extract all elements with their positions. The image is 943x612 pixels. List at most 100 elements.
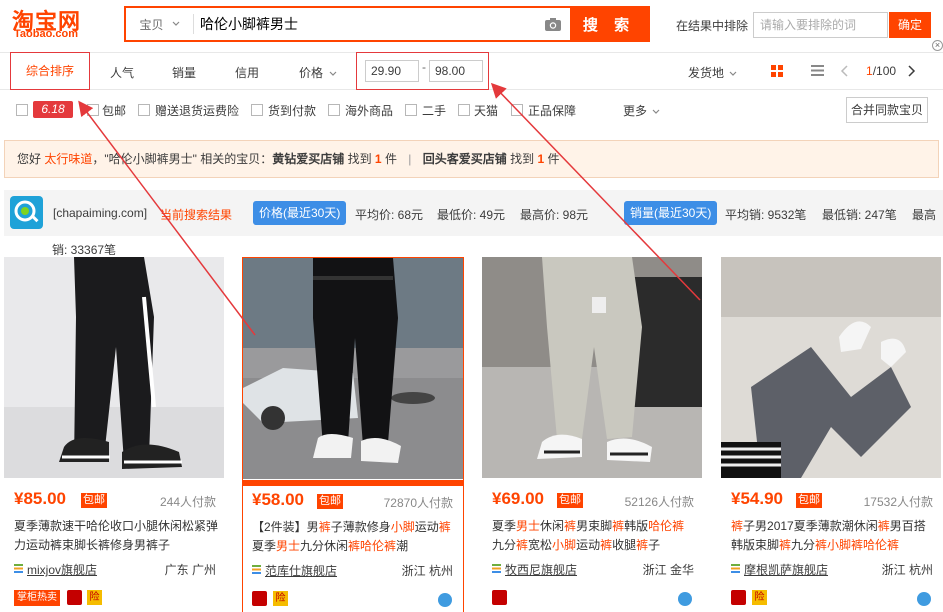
- filter-checkbox-tmall[interactable]: [458, 104, 470, 116]
- title-part: 子薄款修身: [330, 520, 391, 534]
- notice-shop2[interactable]: 回头客爱买店铺: [423, 152, 507, 166]
- price-min-input[interactable]: 29.90: [365, 60, 419, 82]
- chapaiming-logo-icon[interactable]: [10, 196, 43, 229]
- filter-more-dropdown[interactable]: 更多: [623, 102, 660, 119]
- title-part: 休闲: [540, 519, 565, 533]
- shop-icon: [252, 565, 261, 574]
- filter-label-return-insurance[interactable]: 赠送退货运费险: [155, 102, 239, 119]
- title-part: 运动: [576, 538, 601, 552]
- filter-label-cod[interactable]: 货到付款: [268, 102, 316, 119]
- price-range-separator: -: [422, 60, 426, 74]
- sort-tab-credit[interactable]: 信用: [235, 64, 259, 81]
- product-image[interactable]: [721, 257, 941, 478]
- grid-view-icon[interactable]: [770, 64, 784, 78]
- shop-location: 浙江 金华: [642, 563, 694, 577]
- shop-name[interactable]: 摩根凯萨旗舰店: [744, 561, 828, 578]
- filter-checkbox-return-insurance[interactable]: [138, 104, 150, 116]
- product-title[interactable]: 夏季薄款速干哈伦收口小腿休闲松紧弹力运动裤束脚长裤修身男裤子: [14, 517, 224, 555]
- wangwang-chat-icon[interactable]: [917, 592, 931, 606]
- product-card[interactable]: ¥85.00 包邮 244人付款 夏季薄款速干哈伦收口小腿休闲松紧弹力运动裤束脚…: [4, 257, 226, 612]
- shop-name[interactable]: 范库仕旗舰店: [265, 562, 337, 579]
- list-view-icon[interactable]: [811, 64, 824, 77]
- sort-tab-popularity[interactable]: 人气: [110, 64, 134, 81]
- chevron-down-icon: [172, 21, 179, 26]
- sort-tab-sales[interactable]: 销量: [172, 64, 196, 81]
- title-highlight: 裤: [438, 520, 451, 534]
- filter-checkbox-overseas[interactable]: [328, 104, 340, 116]
- chevron-right-icon[interactable]: [906, 65, 916, 77]
- camera-icon[interactable]: [536, 8, 570, 40]
- price-30d-pill[interactable]: 价格(最近30天): [253, 201, 347, 225]
- title-part: 九分: [492, 538, 517, 552]
- notice-shop1[interactable]: 黄钻爱买店铺: [272, 152, 344, 166]
- max-sales-value: 销: 33367笔: [52, 243, 117, 257]
- exclude-label: 在结果中排除: [676, 19, 749, 33]
- merge-same-items-button[interactable]: 合并同款宝贝: [846, 97, 928, 123]
- title-highlight: 哈伦裤: [648, 519, 685, 533]
- filter-label-overseas[interactable]: 海外商品: [345, 102, 393, 119]
- exclude-confirm-button[interactable]: 确定: [889, 12, 931, 38]
- sort-tab-price-label: 价格: [299, 66, 324, 80]
- pager: 1 /100: [840, 52, 916, 90]
- product-title[interactable]: 裤子男2017夏季薄款潮休闲裤男百搭 韩版束脚裤九分裤小脚裤哈伦裤: [731, 517, 941, 555]
- title-highlight: 小脚: [552, 538, 577, 552]
- search-category-select[interactable]: 宝贝: [126, 14, 194, 34]
- product-image[interactable]: [482, 257, 702, 478]
- filter-checkbox-genuine[interactable]: [511, 104, 523, 116]
- filter-label-tmall[interactable]: 天猫: [474, 102, 498, 119]
- search-category-label: 宝贝: [139, 17, 164, 32]
- exclude-input[interactable]: 请输入要排除的词: [753, 12, 888, 38]
- filter-label-secondhand[interactable]: 二手: [422, 102, 446, 119]
- price-max-input[interactable]: 98.00: [429, 60, 483, 82]
- tmall-icon: [67, 590, 82, 605]
- title-part: 夏季: [252, 539, 277, 553]
- filter-checkbox-618[interactable]: [16, 104, 28, 116]
- close-icon[interactable]: ×: [932, 40, 943, 51]
- sort-tab-default[interactable]: 综合排序: [10, 52, 90, 90]
- chevron-left-icon[interactable]: [840, 65, 850, 77]
- product-price: ¥54.90: [731, 489, 783, 508]
- shop-name[interactable]: 牧西尼旗舰店: [505, 561, 577, 578]
- avg-price: 平均价: 68元: [355, 208, 424, 222]
- tmall-icon: [252, 591, 267, 606]
- shop-icon: [731, 564, 740, 573]
- filter-checkbox-secondhand[interactable]: [405, 104, 417, 116]
- title-highlight: 裤: [779, 538, 792, 552]
- product-title[interactable]: 夏季男士休闲裤男束脚裤韩版哈伦裤 九分裤宽松小脚运动裤收腿裤子: [492, 517, 702, 555]
- product-card[interactable]: ¥54.90 包邮 17532人付款 裤子男2017夏季薄款潮休闲裤男百搭 韩版…: [721, 257, 943, 612]
- tmall-icon: [731, 590, 746, 605]
- product-price: ¥85.00: [14, 489, 66, 508]
- sort-tab-price[interactable]: 价格: [299, 64, 337, 81]
- product-image[interactable]: [243, 258, 463, 479]
- search-button[interactable]: 搜 索: [570, 8, 648, 40]
- filter-checkbox-free-shipping[interactable]: [87, 104, 99, 116]
- chapaiming-site[interactable]: [chapaiming.com]: [53, 206, 147, 220]
- wangwang-chat-icon[interactable]: [438, 593, 452, 607]
- title-part: 韩版: [624, 519, 649, 533]
- shop-name[interactable]: mixjov旗舰店: [27, 561, 97, 578]
- product-price: ¥58.00: [252, 490, 304, 509]
- search-box: 宝贝 哈伦小脚裤男士 搜 索: [124, 6, 650, 42]
- product-title[interactable]: 【2件装】男裤子薄款修身小脚运动裤 夏季男士九分休闲裤哈伦裤潮: [252, 518, 462, 556]
- notice-username[interactable]: 太行味道: [44, 152, 92, 166]
- title-part: 子男2017夏季薄款潮休闲: [743, 519, 878, 533]
- notice-separator: |: [408, 152, 412, 166]
- filter-label-free-shipping[interactable]: 包邮: [102, 102, 126, 119]
- ship-from-dropdown[interactable]: 发货地: [688, 64, 737, 81]
- product-image[interactable]: [4, 257, 224, 478]
- wangwang-chat-icon[interactable]: [678, 592, 692, 606]
- min-price: 最低价: 49元: [437, 208, 506, 222]
- filter-checkbox-cod[interactable]: [251, 104, 263, 116]
- taobao-logo-en[interactable]: Taobao.com: [14, 28, 78, 40]
- product-card[interactable]: ¥58.00 包邮 72870人付款 【2件装】男裤子薄款修身小脚运动裤 夏季男…: [242, 257, 464, 612]
- title-highlight: 男士: [516, 519, 541, 533]
- hover-accent-bar: [243, 480, 463, 486]
- filter-label-genuine[interactable]: 正品保障: [528, 102, 576, 119]
- search-input[interactable]: 哈伦小脚裤男士: [194, 8, 536, 40]
- sales-30d-pill[interactable]: 销量(最近30天): [624, 201, 718, 225]
- notice-prefix: 您好: [17, 152, 42, 166]
- shop-location: 浙江 杭州: [401, 564, 453, 578]
- insurance-icon: 险: [87, 590, 102, 605]
- pager-current: 1: [866, 64, 873, 78]
- product-card[interactable]: ¥69.00 包邮 52126人付款 夏季男士休闲裤男束脚裤韩版哈伦裤 九分裤宽…: [482, 257, 704, 612]
